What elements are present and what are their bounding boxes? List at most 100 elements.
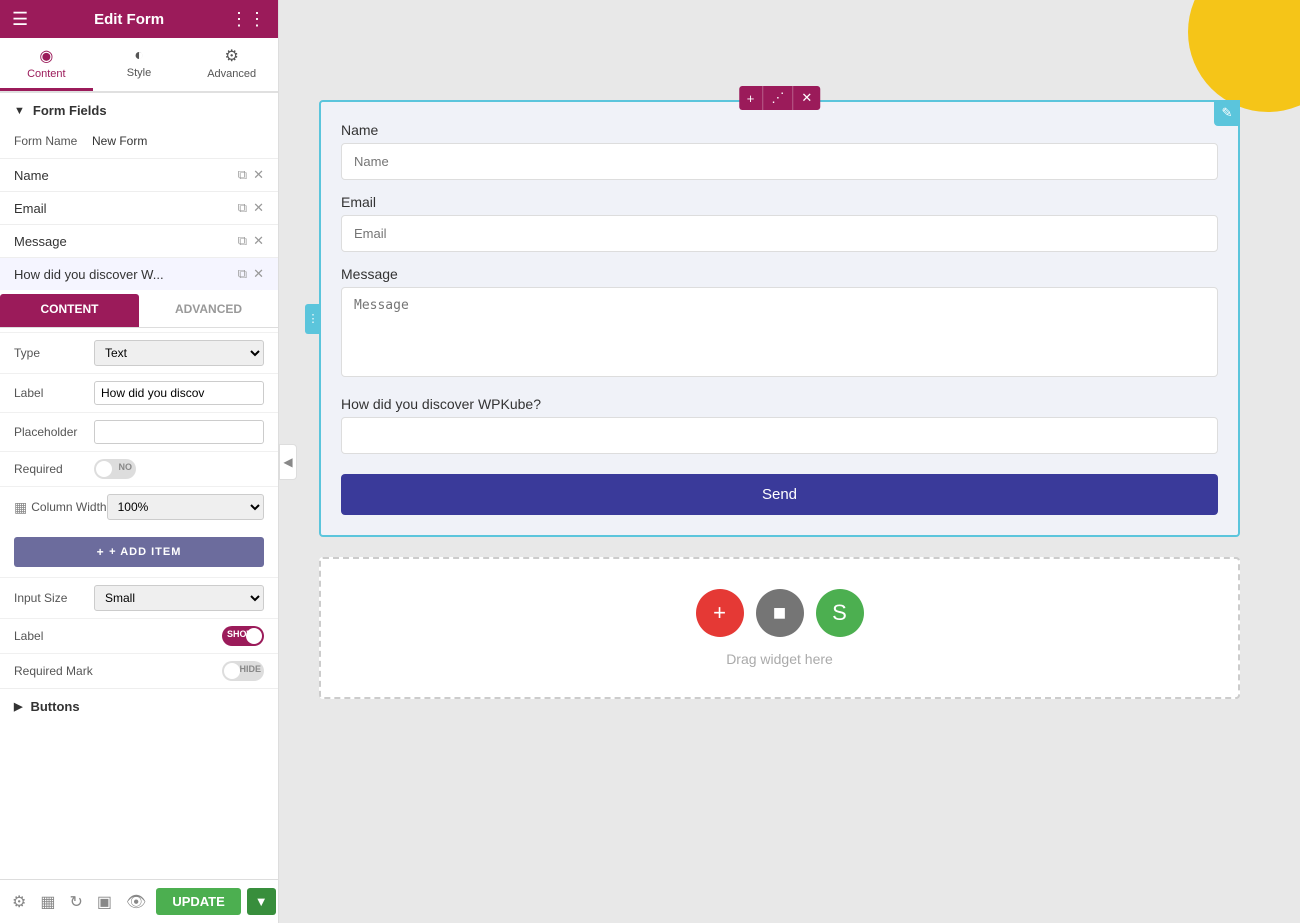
add-item-label: + ADD ITEM [109, 546, 181, 558]
copy-email-icon[interactable]: ⧉ [238, 200, 247, 216]
responsive-icon[interactable]: ▣ [93, 888, 116, 916]
tab-style[interactable]: ◐ Style [93, 38, 186, 91]
required-mark-row: Required Mark HIDE [0, 653, 278, 688]
tab-style-label: Style [127, 67, 151, 79]
history-icon[interactable]: ↻ [65, 888, 86, 916]
tab-advanced[interactable]: ⚙ Advanced [185, 38, 278, 91]
send-button[interactable]: Send [341, 474, 1218, 515]
add-circle-icon[interactable]: + [696, 589, 744, 637]
tab-content[interactable]: ◉ Content [0, 38, 93, 91]
eye-icon[interactable]: 👁 [122, 888, 150, 916]
field-email-label: Email [14, 201, 238, 216]
required-toggle-track[interactable]: NO [94, 459, 136, 479]
field-item-how: How did you discover W... ⧉ ✕ [0, 257, 278, 290]
form-fields-arrow: ▼ [14, 105, 25, 117]
preview-message-textarea[interactable] [341, 287, 1218, 377]
panel-tabs: ◉ Content ◐ Style ⚙ Advanced [0, 38, 278, 93]
sub-tab-content[interactable]: CONTENT [0, 294, 139, 327]
advanced-tab-icon: ⚙ [225, 46, 239, 66]
delete-name-icon[interactable]: ✕ [253, 167, 264, 183]
type-label: Type [14, 346, 94, 360]
drag-handle[interactable]: ⋮ [305, 304, 321, 334]
delete-email-icon[interactable]: ✕ [253, 200, 264, 216]
placeholder-input[interactable] [94, 420, 264, 444]
label-toggle-track[interactable]: SHOW [222, 626, 264, 646]
required-mark-toggle-knob [224, 663, 240, 679]
widget-toolbar: + ⋰ ✕ [739, 86, 821, 110]
add-item-icon: + [97, 545, 105, 559]
form-fields-section[interactable]: ▼ Form Fields [0, 93, 278, 128]
label-toggle[interactable]: SHOW [222, 626, 264, 646]
tab-advanced-label: Advanced [207, 68, 256, 80]
add-item-button[interactable]: + + ADD ITEM [14, 537, 264, 567]
preview-name-field: Name [341, 122, 1218, 180]
tab-content-label: Content [27, 68, 66, 80]
hide-label: HIDE [239, 664, 261, 674]
required-label: Required [14, 462, 94, 476]
buttons-section[interactable]: ▶ Buttons [0, 688, 278, 724]
placeholder-row: Placeholder [0, 412, 278, 451]
field-message-label: Message [14, 234, 238, 249]
preview-how-input[interactable] [341, 417, 1218, 454]
field-how-actions: ⧉ ✕ [238, 266, 264, 282]
s-circle-icon[interactable]: S [816, 589, 864, 637]
panel-bottom: ⚙ ▦ ↻ ▣ 👁 UPDATE ▼ [0, 879, 278, 923]
folder-circle-icon[interactable]: ■ [756, 589, 804, 637]
update-button[interactable]: UPDATE [156, 888, 240, 915]
preview-message-label: Message [341, 266, 1218, 282]
panel-title: Edit Form [94, 11, 164, 28]
required-mark-toggle[interactable]: HIDE [222, 661, 264, 681]
column-width-select[interactable]: 100% 50% 33% 25% [107, 494, 264, 520]
add-widget-btn[interactable]: + [739, 86, 763, 110]
column-width-label: ▦ Column Width [14, 499, 107, 516]
column-width-icon: ▦ [14, 499, 27, 516]
show-label: SHOW [227, 629, 255, 639]
panel-header: ☰ Edit Form ⋮⋮ [0, 0, 278, 38]
input-size-row: Input Size Small Medium Large [0, 577, 278, 618]
required-toggle-no: NO [119, 462, 133, 472]
close-widget-btn[interactable]: ✕ [793, 86, 820, 110]
field-email-actions: ⧉ ✕ [238, 200, 264, 216]
preview-email-label: Email [341, 194, 1218, 210]
placeholder-label: Placeholder [14, 425, 94, 439]
field-how-label: How did you discover W... [14, 267, 238, 282]
type-select[interactable]: Text Email Textarea Number URL [94, 340, 264, 366]
label-toggle-label: Label [14, 629, 43, 643]
edit-widget-button[interactable]: ✎ [1214, 100, 1240, 126]
update-arrow-button[interactable]: ▼ [247, 888, 276, 915]
layers-icon[interactable]: ▦ [36, 888, 59, 916]
gear-bottom-icon[interactable]: ⚙ [8, 888, 30, 916]
sub-tab-advanced[interactable]: ADVANCED [139, 294, 278, 327]
type-row: Type Text Email Textarea Number URL [0, 332, 278, 373]
required-mark-toggle-track[interactable]: HIDE [222, 661, 264, 681]
required-toggle-knob [96, 461, 112, 477]
copy-name-icon[interactable]: ⧉ [238, 167, 247, 183]
left-panel: ☰ Edit Form ⋮⋮ ◉ Content ◐ Style ⚙ Advan… [0, 0, 279, 923]
delete-how-icon[interactable]: ✕ [253, 266, 264, 282]
field-item-name: Name ⧉ ✕ [0, 158, 278, 191]
drag-icons: + ■ S [696, 589, 864, 637]
style-tab-icon: ◐ [134, 47, 144, 65]
form-fields-label: Form Fields [33, 103, 107, 118]
menu-icon[interactable]: ☰ [12, 9, 28, 30]
form-widget: ⋮ + ⋰ ✕ ✎ Name Email Message How did you… [319, 100, 1240, 537]
copy-how-icon[interactable]: ⧉ [238, 266, 247, 282]
copy-message-icon[interactable]: ⧉ [238, 233, 247, 249]
input-size-select[interactable]: Small Medium Large [94, 585, 264, 611]
required-toggle[interactable]: NO [94, 459, 136, 479]
label-input[interactable] [94, 381, 264, 405]
label-config-row: Label [0, 373, 278, 412]
label-config-label: Label [14, 386, 94, 400]
panel-content: ▼ Form Fields Form Name New Form Name ⧉ … [0, 93, 278, 879]
preview-email-input[interactable] [341, 215, 1218, 252]
preview-name-input[interactable] [341, 143, 1218, 180]
field-item-message: Message ⧉ ✕ [0, 224, 278, 257]
grid-icon[interactable]: ⋮⋮ [230, 9, 266, 30]
field-item-email: Email ⧉ ✕ [0, 191, 278, 224]
input-size-label: Input Size [14, 591, 94, 605]
content-tab-icon: ◉ [39, 46, 53, 66]
right-area: ◀ ⋮ + ⋰ ✕ ✎ Name Email Message How did y [279, 0, 1300, 923]
collapse-panel-button[interactable]: ◀ [279, 444, 297, 480]
move-widget-btn[interactable]: ⋰ [763, 86, 792, 110]
delete-message-icon[interactable]: ✕ [253, 233, 264, 249]
